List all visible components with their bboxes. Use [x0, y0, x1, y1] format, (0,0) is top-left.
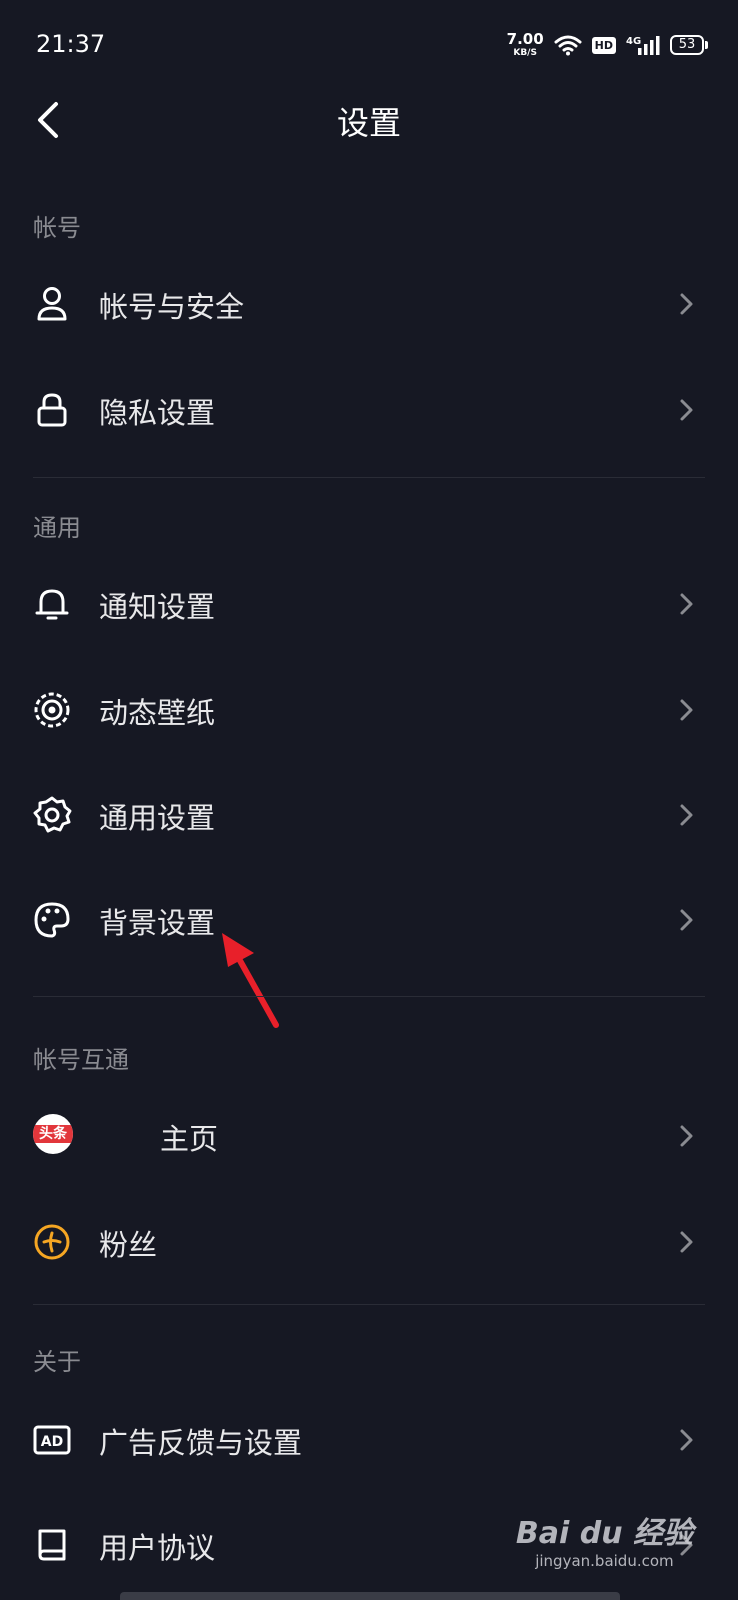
- status-time: 21:37: [36, 30, 106, 58]
- section-divider: [33, 477, 705, 478]
- watermark-logo: Bai du 经验: [515, 1516, 693, 1551]
- settings-item-label: 用户协议: [99, 1531, 216, 1565]
- settings-item-ad-feedback[interactable]: AD 广告反馈与设置: [0, 1398, 738, 1478]
- section-title-account: 帐号: [33, 214, 81, 242]
- settings-item-label: 通知设置: [99, 590, 216, 624]
- signal-icon: 4G: [626, 36, 660, 55]
- settings-item-label: 背景设置: [99, 906, 216, 940]
- section-divider: [33, 1304, 705, 1305]
- book-icon: [38, 1529, 66, 1561]
- lock-icon: [37, 393, 67, 427]
- toutiao-badge-text: 头条: [39, 1126, 67, 1142]
- settings-item-notifications[interactable]: 通知设置: [0, 562, 738, 642]
- ad-badge-text: AD: [41, 1434, 63, 1450]
- navigation-bar: 设置: [0, 90, 738, 150]
- network-type-label: 4G: [626, 36, 641, 47]
- settings-item-account-security[interactable]: 帐号与安全: [0, 262, 738, 342]
- wifi-icon: [554, 35, 582, 56]
- settings-item-label: 动态壁纸: [99, 696, 216, 730]
- settings-item-privacy[interactable]: 隐私设置: [0, 368, 738, 448]
- settings-item-label: 通用设置: [99, 801, 216, 835]
- fans-icon: [34, 1224, 70, 1260]
- settings-item-toutiao-homepage[interactable]: 头条 主页: [0, 1094, 738, 1174]
- hd-badge: HD: [591, 36, 616, 54]
- palette-icon: [34, 902, 70, 938]
- home-indicator: [120, 1592, 620, 1600]
- baidu-watermark: Bai du 经验 jingyan.baidu.com: [516, 1508, 693, 1570]
- chevron-right-icon: [680, 593, 693, 615]
- status-bar: 21:37 7.00 KB/S HD 4G 53: [0, 0, 738, 90]
- section-title-about: 关于: [33, 1348, 81, 1376]
- ad-icon: AD: [33, 1425, 71, 1455]
- network-speed: 7.00 KB/S: [507, 32, 544, 58]
- watermark-url: jingyan.baidu.com: [535, 1552, 674, 1570]
- chevron-right-icon: [680, 1429, 693, 1451]
- section-title-general: 通用: [33, 514, 81, 542]
- gear-icon: [33, 796, 72, 833]
- user-icon: [37, 287, 67, 321]
- settings-item-fans[interactable]: 粉丝: [0, 1200, 738, 1280]
- chevron-right-icon: [680, 909, 693, 931]
- chevron-right-icon: [680, 1231, 693, 1253]
- settings-item-general[interactable]: 通用设置: [0, 773, 738, 853]
- status-icons: 7.00 KB/S HD 4G 53: [507, 28, 708, 62]
- chevron-right-icon: [680, 399, 693, 421]
- chevron-right-icon: [680, 699, 693, 721]
- settings-item-dynamic-wallpaper[interactable]: 动态壁纸: [0, 668, 738, 748]
- settings-item-label: 隐私设置: [99, 396, 216, 430]
- wallpaper-icon: [34, 692, 70, 728]
- network-speed-value: 7.00: [506, 30, 544, 48]
- settings-item-label: 广告反馈与设置: [99, 1426, 303, 1460]
- network-speed-unit: KB/S: [513, 48, 537, 58]
- toutiao-icon: 头条: [33, 1114, 73, 1154]
- bell-icon: [35, 589, 69, 620]
- battery-icon: 53: [670, 35, 708, 55]
- page-title: 设置: [336, 104, 401, 142]
- section-divider: [33, 996, 705, 997]
- settings-item-label: 帐号与安全: [99, 290, 245, 324]
- chevron-right-icon: [680, 804, 693, 826]
- settings-item-label: 主页: [160, 1122, 219, 1156]
- settings-item-background[interactable]: 背景设置: [0, 878, 738, 958]
- chevron-right-icon: [680, 1125, 693, 1147]
- annotation-arrow-icon: [222, 933, 279, 1028]
- chevron-right-icon: [680, 293, 693, 315]
- section-title-linked-accounts: 帐号互通: [33, 1046, 129, 1074]
- settings-item-label: 粉丝: [99, 1228, 158, 1262]
- battery-level: 53: [670, 35, 704, 55]
